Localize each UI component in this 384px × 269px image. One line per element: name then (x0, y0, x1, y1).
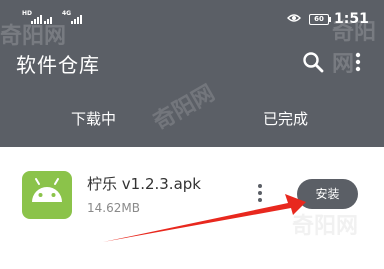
tab-downloading[interactable]: 下载中 (71, 108, 116, 129)
file-size: 14.62MB (87, 201, 140, 215)
watermark: 奇阳网 (149, 80, 220, 136)
app-icon (22, 171, 72, 219)
search-icon[interactable] (302, 51, 324, 73)
more-vert-icon[interactable] (350, 51, 366, 73)
signal-icon: HD (22, 10, 42, 26)
page-title: 软件仓库 (16, 53, 100, 77)
android-icon (32, 178, 62, 202)
network-icon (44, 10, 58, 26)
status-bar: HD 4G 60 1:51 (0, 8, 384, 30)
tab-completed[interactable]: 已完成 (263, 108, 308, 129)
app-name: 柠乐 v1.2.3.apk (87, 175, 201, 193)
eye-icon (287, 14, 301, 22)
battery-icon: 60 (309, 14, 331, 25)
network-type: 4G (62, 10, 72, 17)
more-vert-icon[interactable] (256, 183, 264, 205)
signal-icon: 4G (62, 10, 84, 26)
clock: 1:51 (334, 11, 369, 27)
header: HD 4G 60 1:51 软件仓库 下载中 已完成 奇阳网 奇阳网 奇阳网 (0, 0, 384, 147)
list-item[interactable]: 柠乐 v1.2.3.apk 14.62MB 安装 (0, 160, 384, 230)
install-button[interactable]: 安装 (297, 179, 358, 209)
